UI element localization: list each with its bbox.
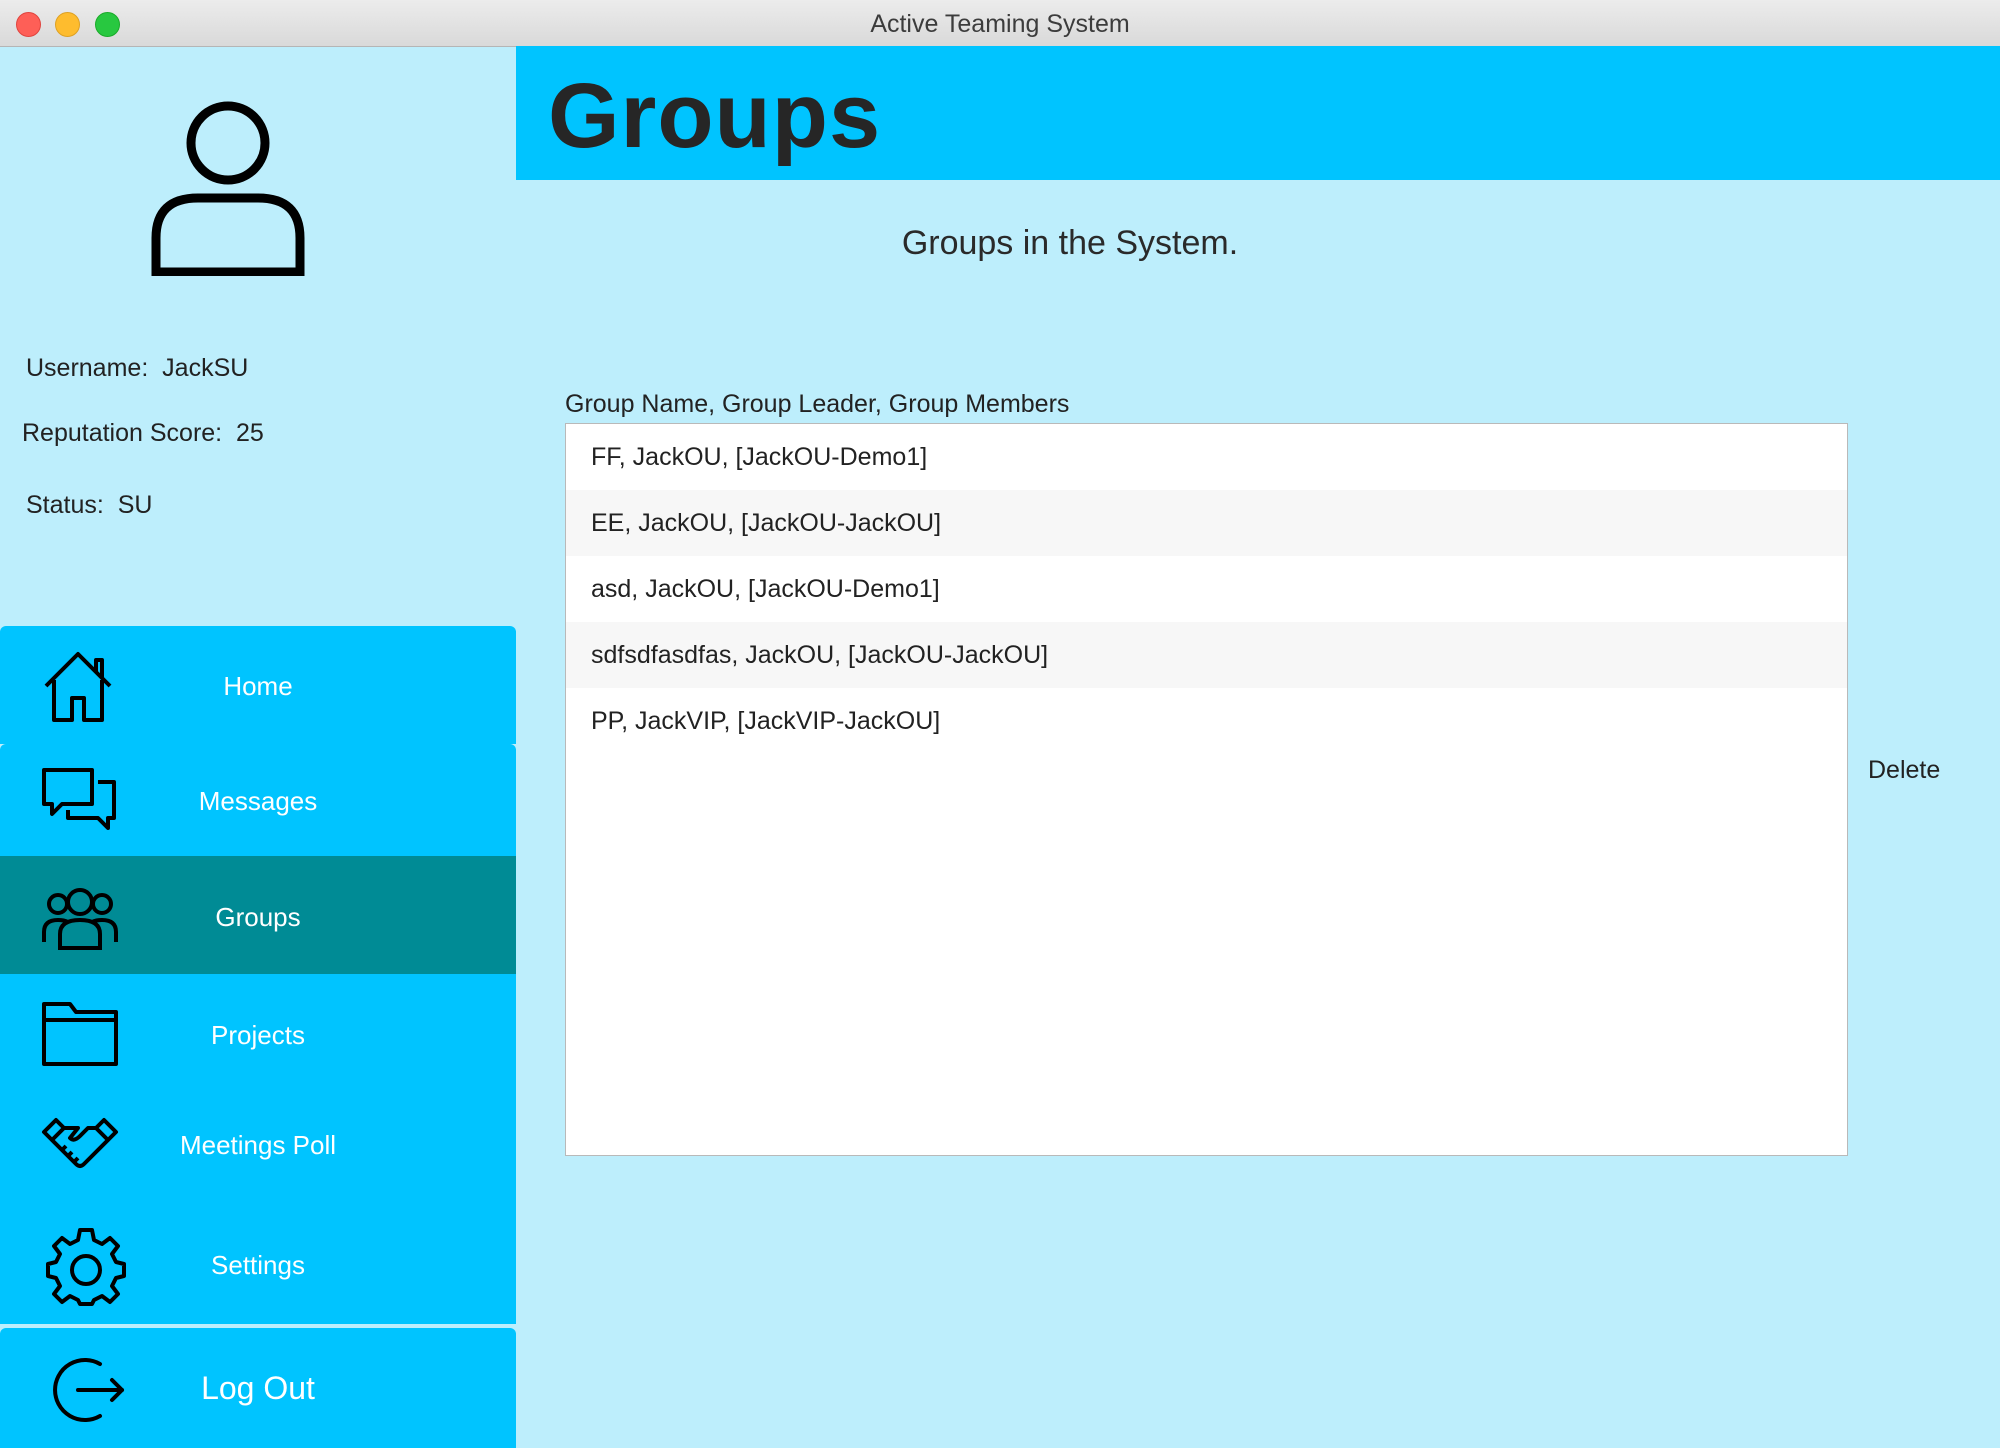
window-title: Active Teaming System — [870, 10, 1130, 38]
nav-label-groups: Groups — [215, 902, 301, 932]
nav-label-log-out: Log Out — [201, 1370, 315, 1406]
nav-label-home: Home — [223, 671, 293, 701]
list-item[interactable]: FF, JackOU, [JackOU-Demo1] — [566, 424, 1847, 490]
reputation-row: Reputation Score: 25 — [22, 419, 264, 448]
list-item[interactable]: sdfsdfasdfas, JackOU, [JackOU-JackOU] — [566, 622, 1847, 688]
list-item[interactable]: EE, JackOU, [JackOU-JackOU] — [566, 490, 1847, 556]
status-label: Status: — [26, 491, 104, 519]
status-row: Status: SU — [26, 491, 152, 520]
status-value: SU — [117, 491, 153, 519]
folder-icon — [42, 1002, 118, 1066]
nav-item-log-out[interactable]: Log Out — [0, 1328, 516, 1448]
title-bar: Active Teaming System — [0, 0, 2000, 47]
username-label: Username: — [26, 354, 149, 382]
nav-item-projects[interactable]: Projects — [0, 974, 516, 1086]
username-row: Username: JackSU — [26, 354, 248, 383]
list-item[interactable]: PP, JackVIP, [JackVIP-JackOU] — [566, 688, 1847, 754]
user-avatar-icon — [151, 101, 305, 276]
delete-button[interactable]: Delete — [1868, 756, 1940, 785]
groups-icon — [42, 888, 118, 950]
username-value: JackSU — [162, 354, 249, 382]
handshake-icon — [42, 1118, 118, 1168]
nav-label-projects: Projects — [211, 1020, 305, 1050]
sidebar: Username: JackSU Reputation Score: 25 St… — [0, 46, 516, 1448]
page-subtitle: Groups in the System. — [901, 224, 1239, 262]
nav-item-meetings-poll[interactable]: Meetings Poll — [0, 1086, 516, 1200]
nav-item-messages[interactable]: Messages — [0, 744, 516, 856]
list-item[interactable]: asd, JackOU, [JackOU-Demo1] — [566, 556, 1847, 622]
nav-item-groups[interactable]: Groups — [0, 856, 516, 974]
messages-icon — [42, 768, 116, 830]
nav-label-settings: Settings — [211, 1250, 305, 1280]
page-title: Groups — [548, 65, 882, 167]
nav-item-settings[interactable]: Settings — [0, 1200, 516, 1324]
nav-label-meetings-poll: Meetings Poll — [179, 1130, 337, 1160]
gear-icon — [46, 1228, 126, 1306]
groups-list[interactable]: FF, JackOU, [JackOU-Demo1] EE, JackOU, [… — [565, 423, 1848, 1156]
reputation-value: 25 — [236, 419, 264, 447]
nav-item-home[interactable]: Home — [0, 626, 516, 744]
reputation-label: Reputation Score: — [22, 419, 223, 447]
page-header: Groups — [516, 46, 2000, 180]
nav-label-messages: Messages — [198, 786, 318, 816]
groups-list-label: Group Name, Group Leader, Group Members — [565, 390, 1070, 418]
logout-icon — [53, 1358, 124, 1422]
home-icon — [44, 652, 112, 722]
